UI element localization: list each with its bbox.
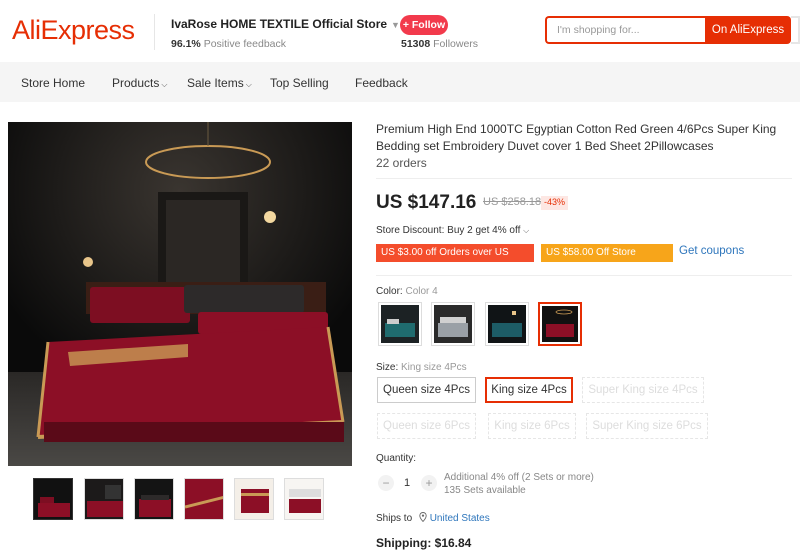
location-pin-icon: [419, 512, 427, 523]
ships-to-location[interactable]: United States: [419, 512, 490, 524]
thumbnail-1[interactable]: [33, 478, 73, 520]
chevron-down-icon: ⌵: [523, 226, 530, 235]
thumbnail-3[interactable]: [134, 478, 174, 520]
store-discount-text: Store Discount: Buy 2 get 4% off: [376, 225, 521, 236]
thumbnail-image: [185, 479, 223, 519]
nav-products[interactable]: Products ⌵: [112, 76, 167, 90]
thumbnail-4[interactable]: [184, 478, 224, 520]
chevron-down-icon: ⌵: [245, 80, 252, 89]
color-swatch-3[interactable]: [485, 302, 529, 346]
search-in-store-button[interactable]: [791, 16, 800, 44]
size-value: King size 4Pcs: [401, 362, 467, 373]
nav-sale-items[interactable]: Sale Items ⌵: [187, 76, 252, 90]
bedroom-photo: [8, 122, 352, 466]
swatch-image: [542, 306, 578, 342]
orders-count: 22 orders: [376, 156, 427, 170]
additional-discount-note: Additional 4% off (2 Sets or more): [444, 472, 594, 483]
size-queen-6pcs[interactable]: Queen size 6Pcs: [377, 413, 476, 439]
discount-badge: -43%: [541, 196, 569, 210]
aliexpress-logo[interactable]: AliExpress: [12, 15, 135, 46]
nav-store-home[interactable]: Store Home: [21, 76, 85, 90]
coupon-store[interactable]: US $58.00 Off Store Coupon: [541, 244, 673, 276]
size-super-king-6pcs[interactable]: Super King size 6Pcs: [586, 413, 708, 439]
shipping-cost: Shipping: $16.84: [376, 536, 472, 550]
color-label: Color: Color 4: [376, 286, 438, 297]
ships-to: Ships to United States: [376, 512, 490, 524]
nav-products-label: Products: [112, 76, 160, 90]
ships-to-country: United States: [429, 513, 490, 524]
size-king-4pcs[interactable]: King size 4Pcs: [485, 377, 573, 403]
search-input[interactable]: I'm shopping for...: [545, 16, 705, 44]
stock-available: 135 Sets available: [444, 485, 526, 496]
color-swatch-2[interactable]: [431, 302, 475, 346]
product-main-image[interactable]: [8, 122, 352, 466]
thumbnail-6[interactable]: [284, 478, 324, 520]
chevron-down-icon: ⌵: [161, 80, 168, 89]
size-label: Size: King size 4Pcs: [376, 362, 467, 373]
swatch-image: [434, 305, 472, 343]
thumbnail-image: [235, 479, 273, 519]
followers-count: 51308: [401, 38, 431, 50]
color-label-text: Color:: [376, 286, 403, 297]
positive-feedback-label: Positive feedback: [203, 38, 287, 50]
quantity-label: Quantity:: [376, 453, 417, 464]
thumbnail-2[interactable]: [84, 478, 124, 520]
swatch-image: [488, 305, 526, 343]
quantity-decrease-button[interactable]: −: [378, 475, 394, 491]
thumbnail-image: [285, 479, 323, 519]
swatch-image: [381, 305, 419, 343]
thumbnail-image: [34, 479, 72, 519]
ships-to-label: Ships to: [376, 513, 413, 524]
color-swatch-4[interactable]: [538, 302, 582, 346]
divider: [376, 178, 792, 179]
divider: [376, 275, 792, 276]
header-divider: [154, 14, 155, 50]
nav-sale-items-label: Sale Items: [187, 76, 244, 90]
thumbnail-5[interactable]: [234, 478, 274, 520]
size-super-king-4pcs[interactable]: Super King size 4Pcs: [582, 377, 704, 403]
followers-label: Followers: [433, 38, 479, 50]
nav-feedback[interactable]: Feedback: [355, 76, 408, 90]
thumbnail-image: [85, 479, 123, 519]
original-price: US $258.18: [483, 196, 542, 208]
size-king-6pcs[interactable]: King size 6Pcs: [488, 413, 576, 439]
positive-feedback-pct: 96.1%: [171, 38, 201, 50]
nav-top-selling[interactable]: Top Selling: [270, 76, 329, 90]
store-header: AliExpress IvaRose HOME TEXTILE Official…: [0, 0, 800, 62]
store-nav: Store Home Products ⌵ Sale Items ⌵ Top Sel…: [0, 62, 800, 102]
search-on-aliexpress-button[interactable]: On AliExpress: [705, 16, 791, 44]
store-name: IvaRose HOME TEXTILE Official Store: [171, 17, 388, 31]
store-discount[interactable]: Store Discount: Buy 2 get 4% off ⌵: [376, 225, 529, 236]
coupon-orders-over[interactable]: US $3.00 off Orders over US $4.00: [376, 244, 534, 276]
follow-button[interactable]: + Follow: [400, 15, 448, 35]
store-name-link[interactable]: IvaRose HOME TEXTILE Official Store ▼: [171, 17, 400, 31]
current-price: US $147.16: [376, 192, 477, 213]
color-swatch-1[interactable]: [378, 302, 422, 346]
positive-feedback: 96.1% Positive feedback: [171, 38, 286, 50]
size-label-text: Size:: [376, 362, 399, 373]
followers: 51308 Followers: [401, 38, 478, 50]
caret-down-icon: ▼: [391, 20, 400, 30]
product-title: Premium High End 1000TC Egyptian Cotton …: [376, 122, 777, 153]
color-value: Color 4: [405, 286, 438, 297]
quantity-input[interactable]: 1: [404, 477, 410, 489]
thumbnail-image: [135, 479, 173, 519]
quantity-increase-button[interactable]: +: [421, 475, 437, 491]
get-coupons-link[interactable]: Get coupons: [679, 245, 744, 257]
size-queen-4pcs[interactable]: Queen size 4Pcs: [377, 377, 476, 403]
